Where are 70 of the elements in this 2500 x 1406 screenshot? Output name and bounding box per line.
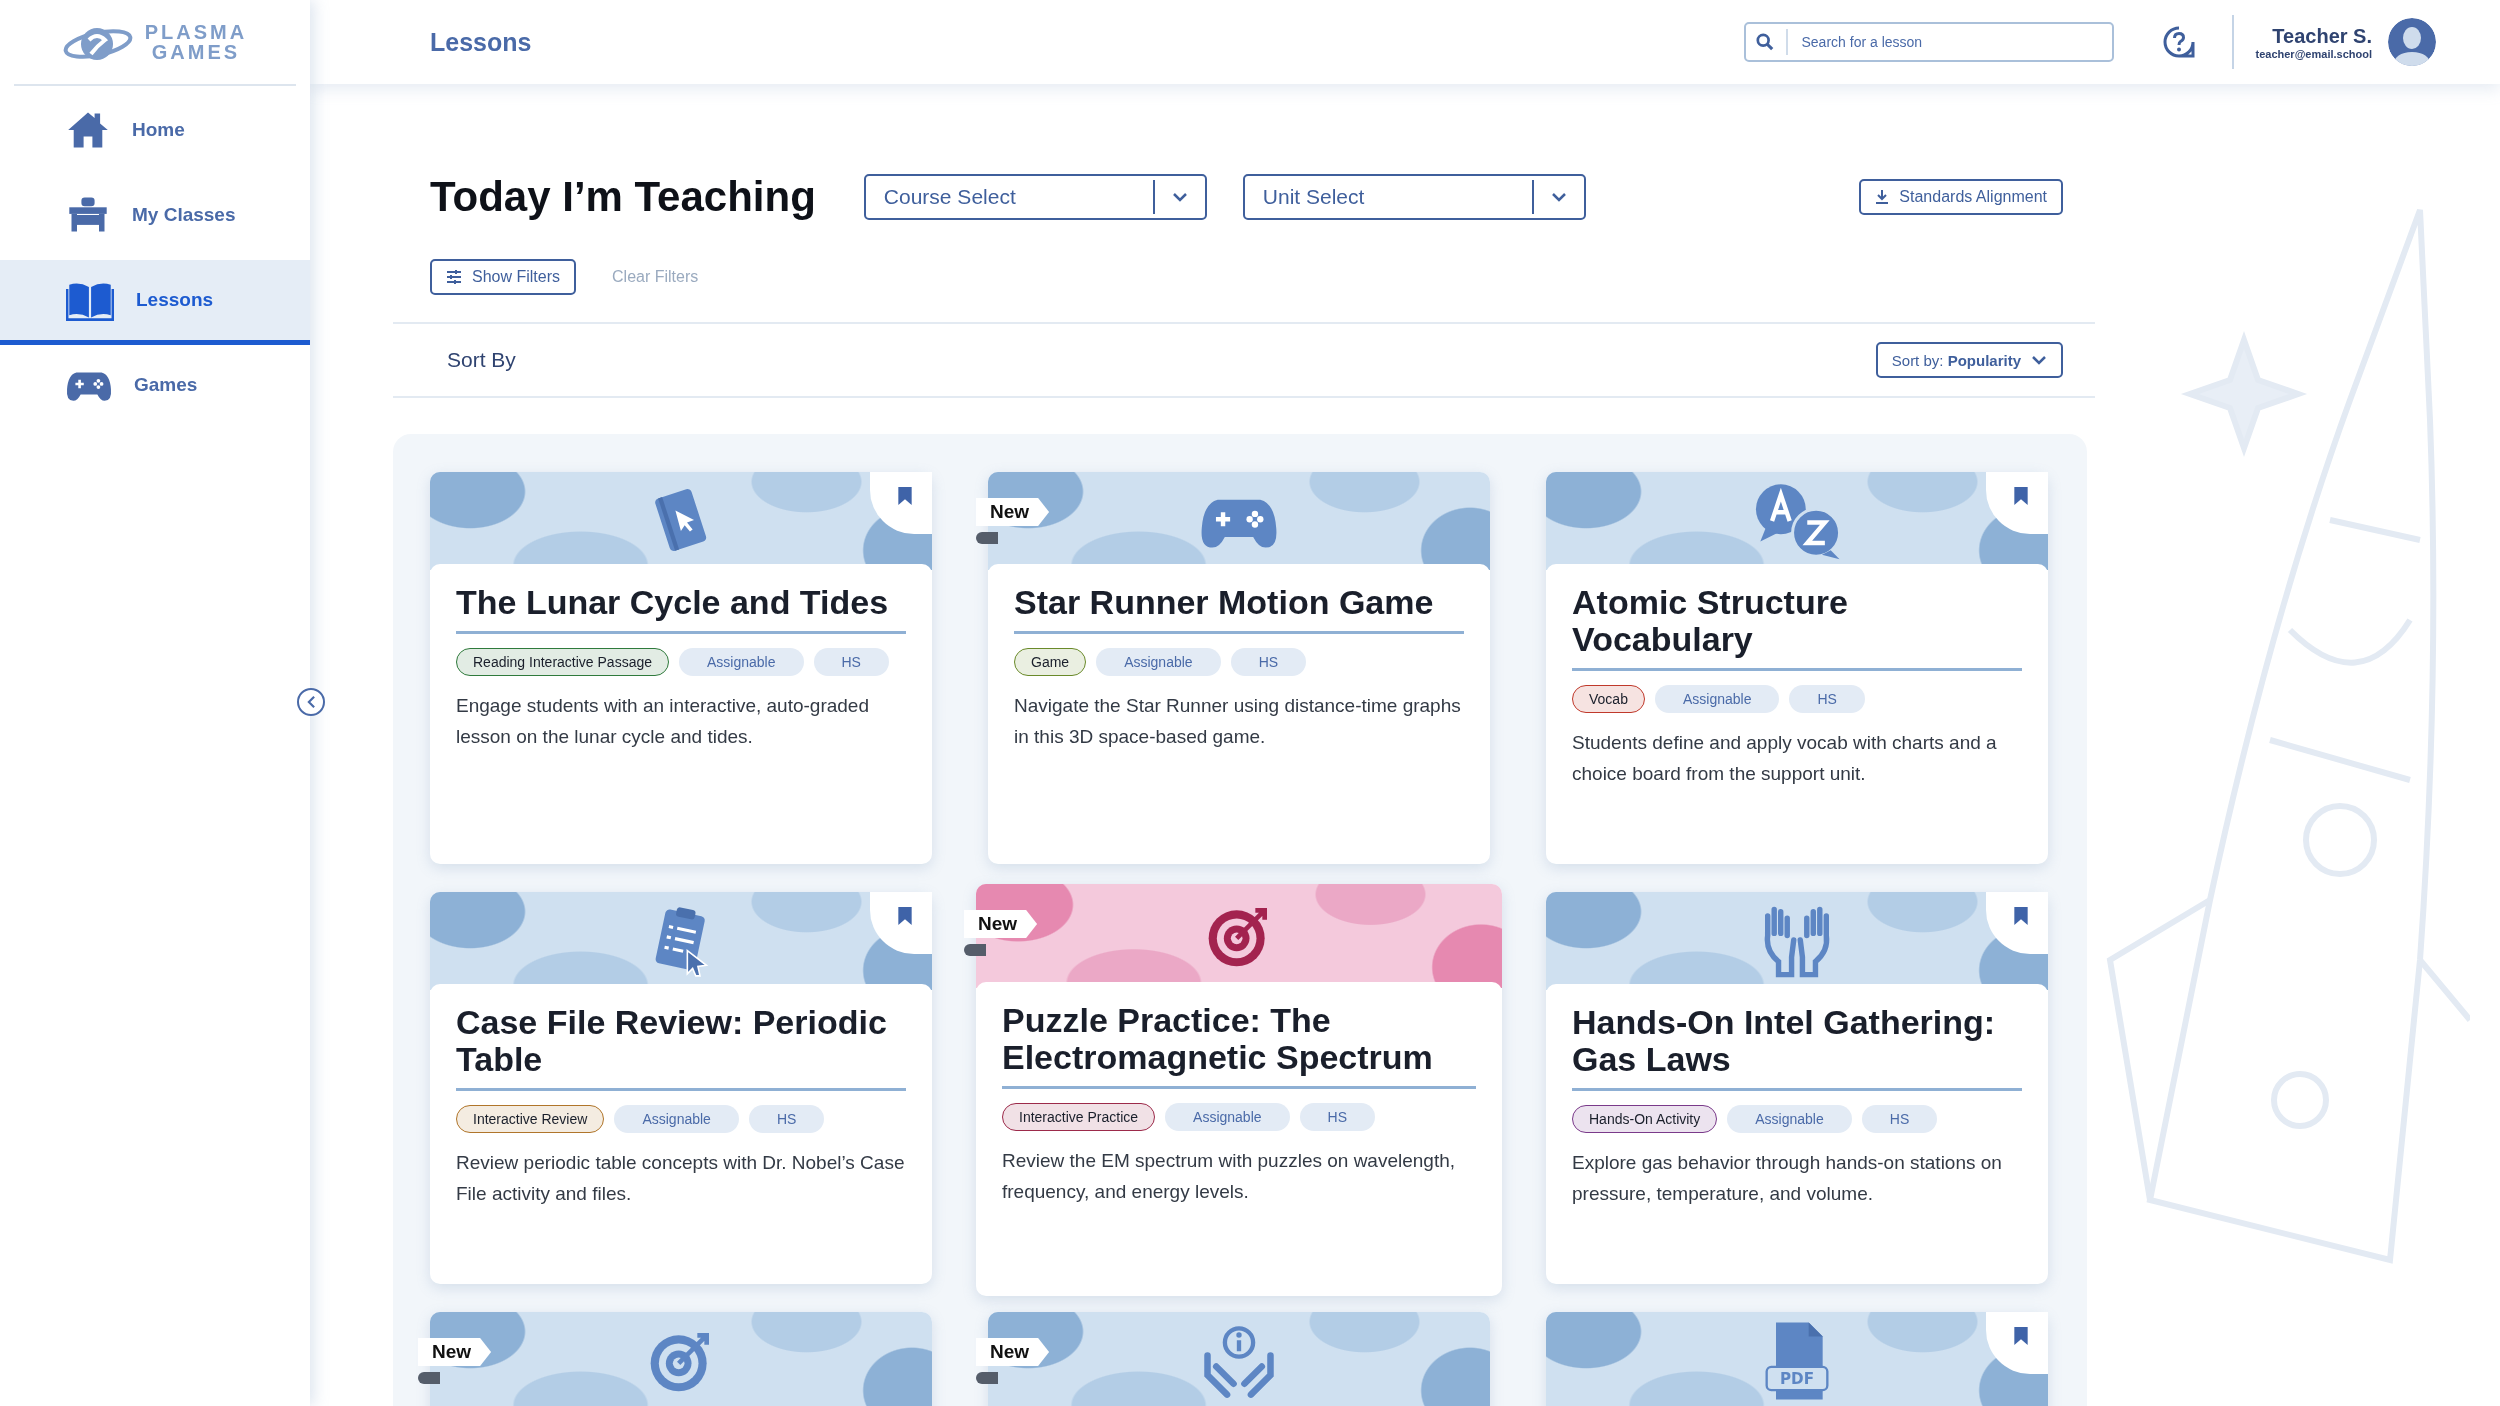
lesson-card[interactable]: Hands-On Intel Gathering: Gas Laws Hands-On Activity Assignable HS Explore gas behavior through hands-on stations on pressure, temperature, and volume.: [1546, 892, 2048, 1284]
lesson-tag: Assignable: [679, 648, 804, 676]
brand-name: PLASMA GAMES: [144, 22, 248, 62]
card-description: Review the EM spectrum with puzzles on wavelength, frequency, and energy levels.: [1002, 1149, 1457, 1204]
bookmark-icon[interactable]: [897, 906, 913, 926]
sort-label: Sort By: [447, 348, 517, 372]
avatar-icon[interactable]: [2388, 18, 2436, 66]
chevron-down-icon: [2031, 355, 2047, 365]
lesson-tag: Assignable: [1096, 648, 1221, 676]
lesson-tag: HS: [813, 648, 889, 676]
download-icon: [1875, 189, 1890, 205]
dropdown[interactable]: Course Select: [863, 174, 1207, 220]
card-description: Students define and apply vocab with charts and a choice board from the support unit.: [1572, 731, 1998, 786]
new-label: New: [964, 910, 1038, 938]
lesson-type-tag: Interactive Practice: [1002, 1103, 1156, 1131]
lesson-tag: HS: [1299, 1103, 1375, 1131]
lesson-tag: HS: [748, 1105, 825, 1133]
user-name: Teacher S.: [2272, 24, 2372, 48]
chevron-left-icon: [306, 695, 316, 709]
help-icon[interactable]: [2161, 25, 2196, 59]
sidebar-item[interactable]: Games: [0, 345, 310, 430]
bookmark-icon[interactable]: [2013, 906, 2029, 926]
sort-dropdown[interactable]: Sort by: Popularity: [1875, 342, 2063, 378]
lesson-card[interactable]: The Lunar Cycle and Tides Reading Interactive Passage Assignable HS Engage students with an interactive, auto-graded lesson on the lunar cycle and tides.: [430, 472, 932, 864]
card-title[interactable]: The Lunar Cycle and Tides: [456, 584, 906, 634]
standards-alignment-button[interactable]: Standards Alignment: [1859, 179, 2063, 215]
lesson-type-tag: Game: [1014, 648, 1087, 676]
lesson-type-tag: Interactive Review: [456, 1105, 605, 1133]
chevron-down-icon: [1171, 192, 1188, 202]
user-email: teacher@email.school: [2255, 47, 2372, 60]
lesson-tag: Assignable: [1654, 685, 1780, 713]
bookmark-icon[interactable]: [2013, 1326, 2029, 1346]
lesson-tag: HS: [1861, 1105, 1938, 1133]
sliders-icon: [446, 269, 462, 285]
search-field[interactable]: Search for a lesson: [1743, 22, 2114, 62]
card-title[interactable]: Case File Review: Periodic Table: [456, 1004, 906, 1091]
lesson-card[interactable]: Case File Review: Periodic Table Interactive Review Assignable HS Review periodic table concepts with Dr. Nobel’s Case File activity and files.: [430, 892, 932, 1284]
lesson-tag: HS: [1789, 685, 1865, 713]
new-label: New: [976, 498, 1050, 526]
card-description: Review periodic table concepts with Dr. Nobel’s Case File activity and files.: [456, 1151, 906, 1206]
sidebar-item[interactable]: Home: [0, 90, 310, 175]
new-label: New: [976, 1338, 1050, 1366]
chevron-down-icon: [1550, 192, 1567, 202]
lesson-tag: Assignable: [1165, 1103, 1290, 1131]
card-description: Navigate the Star Runner using distance-time graphs in this 3D space-based game.: [1014, 694, 1462, 749]
card-description: Engage students with an interactive, auto-graded lesson on the lunar cycle and tides.: [456, 694, 870, 749]
lesson-type-tag: Hands-On Activity: [1572, 1105, 1718, 1133]
section-heading: Today I’m Teaching: [430, 173, 816, 221]
new-label: New: [418, 1338, 492, 1366]
lesson-tag: HS: [1230, 648, 1307, 676]
lesson-type-tag: Reading Interactive Passage: [456, 648, 669, 676]
show-filters-button[interactable]: Show Filters: [430, 259, 577, 295]
lesson-type-tag: Vocab: [1572, 685, 1645, 713]
dropdown[interactable]: Unit Select: [1242, 174, 1586, 220]
collapse-sidebar-button[interactable]: [297, 688, 325, 716]
card-title[interactable]: Hands-On Intel Gathering: Gas Laws: [1572, 1004, 2022, 1091]
lesson-card[interactable]: Atomic Structure Vocabulary Vocab Assignable HS Students define and apply vocab with charts and a choice board from the support unit.: [1546, 472, 2048, 864]
card-title[interactable]: Puzzle Practice: The Electromagnetic Spectrum: [1002, 1002, 1476, 1089]
card-title[interactable]: Star Runner Motion Game: [1014, 584, 1464, 634]
card-title[interactable]: Atomic Structure Vocabulary: [1572, 584, 2022, 671]
page-title: Lessons: [430, 27, 533, 57]
card-description: Explore gas behavior through hands-on stations on pressure, temperature, and volume.: [1572, 1151, 2003, 1206]
search-icon: [1755, 33, 1774, 51]
lesson-tag: Assignable: [614, 1105, 739, 1133]
bookmark-icon[interactable]: [897, 486, 913, 506]
bookmark-icon[interactable]: [2013, 486, 2029, 506]
sidebar-item[interactable]: My Classes: [0, 175, 310, 260]
hands-info-icon: [1201, 1323, 1277, 1399]
sidebar-item[interactable]: Lessons: [0, 260, 310, 345]
lesson-tag: Assignable: [1727, 1105, 1852, 1133]
